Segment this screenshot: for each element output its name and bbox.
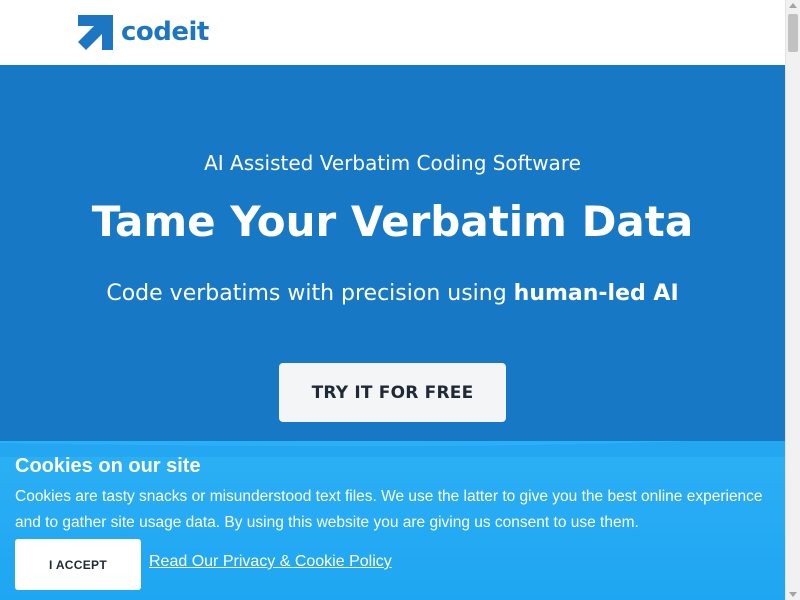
scroll-down-arrow-icon[interactable] xyxy=(789,592,797,597)
hero-subtitle-text: Code verbatims with precision using xyxy=(106,281,514,306)
hero-subtitle: Code verbatims with precision using huma… xyxy=(0,279,785,309)
scroll-up-arrow-icon[interactable] xyxy=(789,3,797,8)
logo-text: codeit xyxy=(121,17,209,47)
codeit-logo-icon xyxy=(78,15,113,50)
privacy-policy-link[interactable]: Read Our Privacy & Cookie Policy xyxy=(149,553,392,571)
accept-cookies-button[interactable]: I ACCEPT xyxy=(15,539,141,590)
try-free-button[interactable]: TRY IT FOR FREE xyxy=(279,363,506,422)
hero-overline: AI Assisted Verbatim Coding Software xyxy=(204,151,581,175)
cookie-banner: Cookies on our site Cookies are tasty sn… xyxy=(0,441,785,600)
hero-title: Tame Your Verbatim Data xyxy=(91,197,694,246)
vertical-scrollbar[interactable] xyxy=(785,0,800,600)
cookie-title: Cookies on our site xyxy=(15,455,201,477)
site-header: codeit xyxy=(0,0,785,65)
scrollbar-thumb[interactable] xyxy=(788,14,798,52)
page: codeit AI Assisted Verbatim Coding Softw… xyxy=(0,0,785,600)
hero-subtitle-bold: human-led AI xyxy=(513,281,679,306)
logo-link[interactable]: codeit xyxy=(78,15,209,50)
cookie-text: Cookies are tasty snacks or misunderstoo… xyxy=(15,488,763,531)
